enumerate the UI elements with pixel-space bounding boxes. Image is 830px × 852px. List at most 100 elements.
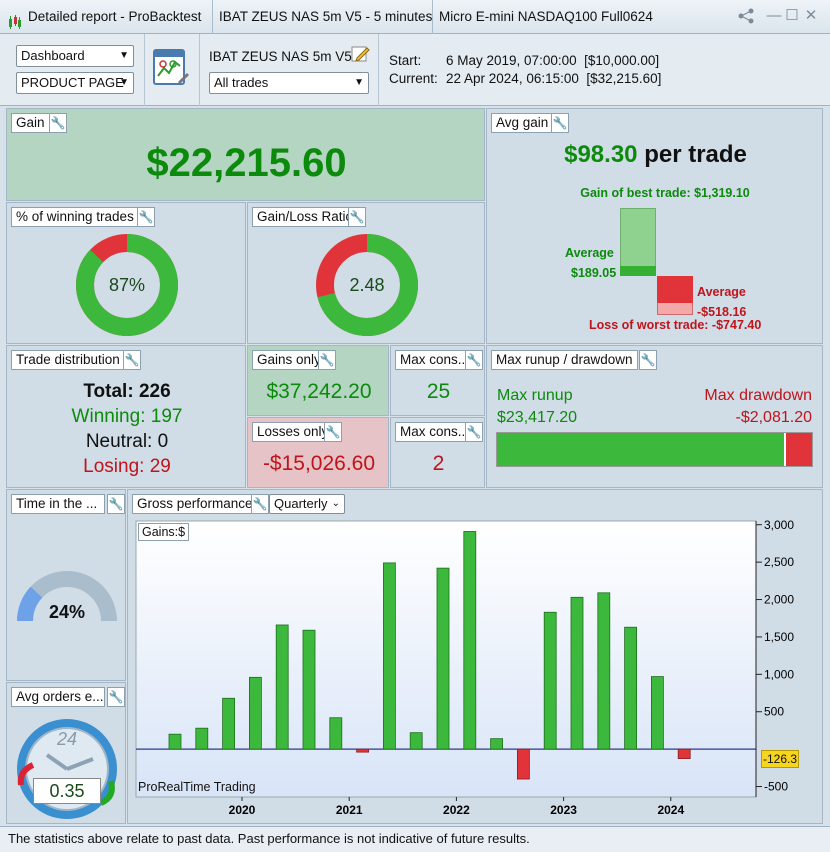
runup-bar-fill <box>497 433 787 466</box>
bar <box>195 727 209 750</box>
max-cons-loss-title: Max cons... <box>395 422 475 442</box>
minimize-icon[interactable]: — <box>766 8 782 24</box>
bar <box>677 748 691 759</box>
winning-pct-panel: % of winning trades 🔧 87% <box>6 202 246 344</box>
worst-trade-label: Loss of worst trade: -$747.40 <box>589 318 762 332</box>
gains-tag-label: Gains: <box>142 525 179 539</box>
clock-label: 24 <box>56 729 78 749</box>
losses-only-title: Losses only <box>252 422 334 442</box>
runup-title: Max runup / drawdown <box>491 350 638 370</box>
view-select[interactable]: Dashboard ▼ <box>16 45 134 67</box>
best-trade-label: Gain of best trade: $1,319.10 <box>580 186 750 200</box>
chevron-down-icon: ▼ <box>119 50 129 61</box>
wrench-icon[interactable]: 🔧 <box>639 350 657 370</box>
bar <box>651 676 664 750</box>
bar <box>356 748 370 753</box>
divider <box>199 34 200 106</box>
avg-loss-bar <box>657 276 693 303</box>
strategy-name: IBAT ZEUS NAS 5m V5 <box>209 49 352 64</box>
wrench-icon[interactable]: 🔧 <box>551 113 569 133</box>
strategy-title: IBAT ZEUS NAS 5m V5 - 5 minutes <box>213 0 433 34</box>
time-in-market-label: 24% <box>48 602 86 622</box>
x-tick-label: 2024 <box>657 803 684 817</box>
time-in-market-panel: Time in the ... 🔧 24% <box>6 489 126 681</box>
start-value: 6 May 2019, 07:00:00 [$10,000.00] <box>446 53 660 68</box>
wrench-icon[interactable]: 🔧 <box>465 350 483 370</box>
report-settings-icon[interactable] <box>153 48 189 88</box>
wrench-icon[interactable]: 🔧 <box>348 207 366 227</box>
divider <box>144 34 145 106</box>
wrench-icon[interactable]: 🔧 <box>251 494 269 514</box>
runup-bar-track <box>496 432 813 467</box>
trades-filter-select[interactable]: All trades ▼ <box>209 72 369 94</box>
gain-loss-title: Gain/Loss Ratio <box>252 207 359 227</box>
wrench-icon[interactable]: 🔧 <box>324 422 342 442</box>
y-tick-label: 1,500 <box>764 630 794 644</box>
avg-orders-panel: Avg orders e... 🔧 24 0.35 <box>6 682 126 824</box>
trade-total: Total: 226 <box>83 381 171 402</box>
gain-panel: Gain 🔧 $22,215.60 <box>6 108 485 201</box>
chevron-down-icon: ⌄ <box>331 498 340 509</box>
maximize-icon[interactable]: ☐ <box>784 8 800 24</box>
gains-only-panel: Gains only 🔧 $37,242.20 <box>247 345 389 416</box>
avg-gain-title: Avg gain <box>491 113 554 133</box>
gains-only-value: $37,242.20 <box>266 380 372 403</box>
y-tick-label: 500 <box>764 705 784 719</box>
instrument-title: Micro E-mini NASDAQ100 Full0624 <box>439 9 653 24</box>
wrench-icon[interactable]: 🔧 <box>107 494 125 514</box>
period-select[interactable]: Quarterly ⌄ <box>269 494 345 514</box>
close-icon[interactable]: ✕ <box>803 8 819 24</box>
avg-win-bar <box>620 266 656 276</box>
runup-value: $23,417.20 <box>497 409 578 426</box>
x-tick-label: 2022 <box>443 803 470 817</box>
title-bar: Detailed report - ProBacktest IBAT ZEUS … <box>0 0 830 34</box>
wrench-icon[interactable]: 🔧 <box>107 687 125 707</box>
y-tick-label: 3,000 <box>764 519 794 532</box>
bar <box>168 733 182 750</box>
bar <box>570 596 584 750</box>
page-select-value: PRODUCT PAGE <box>21 75 124 90</box>
y-tick-label: 2,000 <box>764 593 794 607</box>
watermark: ProRealTime Trading <box>138 780 256 794</box>
page-select[interactable]: PRODUCT PAGE ▼ <box>16 72 134 94</box>
bar <box>463 531 477 750</box>
gross-title: Gross performance <box>132 494 258 514</box>
gain-loss-label: 2.48 <box>349 275 385 295</box>
max-cons-loss-value: 2 <box>432 452 445 475</box>
y-tick-label: 2,500 <box>764 555 794 569</box>
time-in-market-title: Time in the ... <box>11 494 105 514</box>
drawdown-value: -$2,081.20 <box>735 409 812 426</box>
x-tick-label: 2020 <box>229 803 256 817</box>
wrench-icon[interactable]: 🔧 <box>49 113 67 133</box>
trade-distribution-panel: Trade distribution 🔧 Total: 226 Winning:… <box>6 345 246 488</box>
avg-gain-panel: Avg gain 🔧 $98.30 per trade Gain of best… <box>486 108 823 344</box>
wrench-icon[interactable]: 🔧 <box>123 350 141 370</box>
chevron-down-icon: ▼ <box>119 77 129 88</box>
x-tick-label: 2023 <box>550 803 577 817</box>
bar <box>409 732 423 750</box>
avg-orders-value: 0.35 <box>33 778 101 804</box>
bar <box>490 738 504 750</box>
wrench-icon[interactable]: 🔧 <box>137 207 155 227</box>
trade-neutral: Neutral: 0 <box>85 431 169 452</box>
trades-filter-value: All trades <box>214 75 269 90</box>
share-icon[interactable] <box>736 8 758 24</box>
wrench-icon[interactable]: 🔧 <box>318 350 336 370</box>
disclaimer-footer: The statistics above relate to past data… <box>0 826 830 852</box>
app-title-text: Detailed report - ProBacktest <box>28 9 202 24</box>
current-label: Current: <box>389 71 438 86</box>
gross-performance-chart: 3,000 2,500 2,000 1,500 1,000 500 -500 2020 2021… <box>135 519 794 817</box>
bar <box>436 567 450 750</box>
runup-drawdown-panel: Max runup / drawdown 🔧 Max runup $23,417… <box>486 345 823 488</box>
bar <box>302 629 316 750</box>
max-cons-loss-panel: Max cons... 🔧 2 <box>390 417 485 488</box>
divider <box>378 34 379 106</box>
avg-gain-suffix: per trade <box>644 141 747 168</box>
edit-pencil-icon[interactable] <box>351 44 371 64</box>
wrench-icon[interactable]: 🔧 <box>465 422 483 442</box>
runup-label: Max runup <box>497 387 573 404</box>
gain-title: Gain <box>11 113 50 133</box>
avg-loss-label: Average <box>697 285 746 299</box>
drawdown-label: Max drawdown <box>704 387 812 404</box>
bar <box>597 592 611 750</box>
